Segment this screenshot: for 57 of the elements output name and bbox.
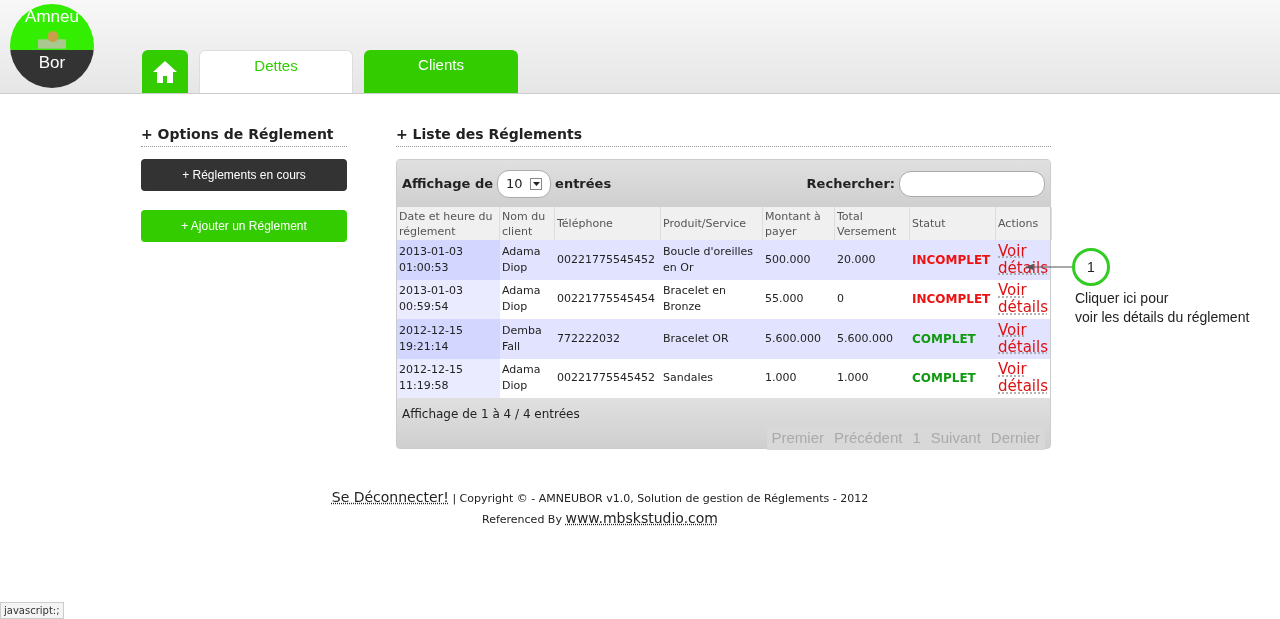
table-cell-text: 00221775545452 [556,251,656,268]
table-cell-text: 20.000 [836,251,877,268]
table-cell-text: 772222032 [556,330,621,347]
table-cell-text: Bracelet OR [662,330,730,347]
table-cell-text: 5.600.000 [836,330,894,347]
logout-link[interactable]: Se Déconnecter! [331,489,449,505]
nav-tab[interactable]: Dettes [199,50,353,93]
table-cell-text: 55.000 [764,291,805,308]
logo-text: Amneu [25,6,79,28]
table-cell-text: 1.000 [764,370,798,387]
table-cell-text: Adama Diop [501,283,542,316]
page-size-select[interactable]: 10 [497,169,552,198]
search-field[interactable] [899,170,1045,197]
action-button[interactable]: + Réglements en cours [141,159,347,191]
table-cell-text: Sandales [662,370,714,387]
caret-icon [530,177,543,190]
status-cell-text: COMPLET [911,330,977,348]
table-cell-text: 500.000 [764,251,812,268]
copyright-text: | Copyright © - AMNEUBOR v1.0, Solution de gestion de Réglements - 2012 [452,492,869,505]
details-link[interactable]: Voir détails [996,242,1052,277]
details-link[interactable]: Voir détails [996,282,1052,317]
table-cell-text: 00221775545454 [556,291,656,308]
status-bar: javascript:; [0,602,64,619]
table-cell: 2012-12-15 11:19:58 [397,358,500,398]
action-button[interactable]: + Ajouter un Réglement [141,210,347,242]
studio-link[interactable]: www.mbskstudio.com [565,510,718,526]
callout-text: Cliquer ici pour voir les détails du réglement [1075,289,1250,327]
table-cell-text: 0 [836,291,845,308]
home-tab[interactable] [142,50,188,93]
table-cell-text: Adama Diop [501,362,542,395]
table-cell: 2013-01-03 00:59:54 [397,279,500,319]
status-cell-text: COMPLET [911,370,977,388]
table-cell-text: 00221775545452 [556,370,656,387]
house-icon [152,58,178,85]
table-cell-text: Adama Diop [501,243,542,276]
table-cell: 2012-12-15 19:21:14 [397,319,500,359]
details-link[interactable]: Voir détails [996,321,1052,356]
table-cell-text: Bracelet en Bronze [662,283,727,316]
table-cell-text: 1.000 [836,370,870,387]
label: entrées [555,174,612,193]
callout-number: 1 [1072,248,1110,286]
section-title: + Options de Réglement [141,124,347,147]
table-cell-text: 5.600.000 [764,330,822,347]
nav-tab[interactable]: Clients [364,50,518,93]
referenced-text: Referenced By [482,513,562,526]
table-cell-text: Demba Fall [501,322,543,355]
status-cell-text: INCOMPLET [911,251,992,269]
status-cell-text: INCOMPLET [911,291,992,309]
logo-text: Bor [38,53,66,72]
table-info: Affichage de 1 à 4 / 4 entrées [402,406,581,423]
money-icon [35,29,69,50]
table-cell: 2013-01-03 01:00:53 [397,240,500,280]
section-title: + Liste des Réglements [396,124,1051,147]
label: Affichage de [402,174,494,193]
details-link[interactable]: Voir détails [996,361,1052,396]
label: Rechercher: [806,174,895,193]
table-cell-text: Boucle d'oreilles en Or [662,243,755,276]
